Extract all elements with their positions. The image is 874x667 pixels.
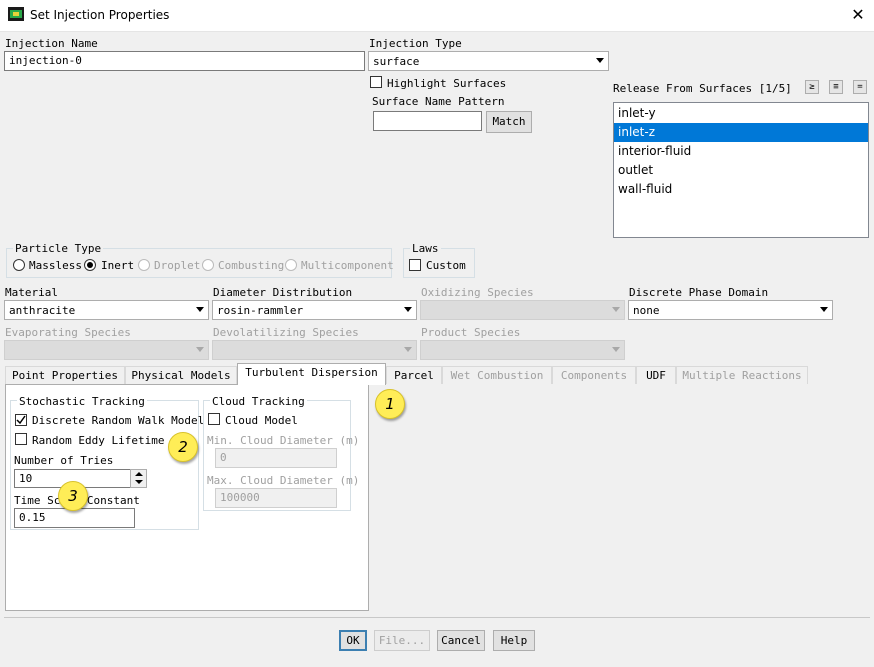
number-of-tries-label: Number of Tries: [14, 454, 114, 467]
diameter-distribution-label: Diameter Distribution: [213, 286, 353, 299]
spin-down-icon[interactable]: [135, 480, 143, 484]
inert-radio[interactable]: [84, 259, 96, 271]
chevron-down-icon: [404, 307, 412, 312]
list-item[interactable]: outlet: [614, 161, 868, 180]
product-species-select[interactable]: [420, 340, 625, 360]
stochastic-tracking-label: Stochastic Tracking: [17, 395, 147, 408]
material-value: anthracite: [9, 304, 76, 317]
surface-name-pattern-input[interactable]: [373, 111, 482, 131]
oxidizing-species-label: Oxidizing Species: [421, 286, 534, 299]
random-eddy-lifetime-checkbox[interactable]: [15, 433, 27, 445]
callout-1: 1: [375, 389, 405, 419]
radio-selected-dot: [87, 262, 93, 268]
fluent-app-icon: [8, 7, 24, 21]
file-button[interactable]: File...: [374, 630, 430, 651]
callout-2: 2: [168, 432, 198, 462]
custom-laws-label: Custom: [426, 259, 466, 272]
help-button[interactable]: Help: [493, 630, 535, 651]
injection-type-value: surface: [373, 55, 420, 68]
spin-up-icon[interactable]: [135, 472, 143, 476]
massless-label: Massless: [29, 259, 82, 272]
combusting-label: Combusting: [218, 259, 285, 272]
diameter-distribution-select[interactable]: rosin-rammler: [212, 300, 417, 320]
cloud-tracking-label: Cloud Tracking: [210, 395, 307, 408]
max-cloud-diameter-label: Max. Cloud Diameter (m): [207, 474, 360, 487]
material-select[interactable]: anthracite: [4, 300, 209, 320]
devolatilizing-species-label: Devolatilizing Species: [213, 326, 359, 339]
max-cloud-diameter-input[interactable]: 100000: [215, 488, 337, 508]
massless-radio[interactable]: [13, 259, 25, 271]
select-all-icon[interactable]: ≥: [805, 80, 819, 94]
min-cloud-diameter-label: Min. Cloud Diameter (m): [207, 434, 360, 447]
droplet-label: Droplet: [154, 259, 201, 272]
tab-turbulent-dispersion[interactable]: Turbulent Dispersion: [237, 363, 386, 385]
product-species-label: Product Species: [421, 326, 521, 339]
tab-components[interactable]: Components: [552, 366, 636, 384]
cloud-model-checkbox[interactable]: [208, 413, 220, 425]
injection-name-label: Injection Name: [5, 37, 98, 50]
multicomponent-label: Multicomponent: [301, 259, 394, 272]
devolatilizing-species-select[interactable]: [212, 340, 417, 360]
number-of-tries-spinner[interactable]: [130, 469, 147, 488]
chevron-down-icon: [596, 58, 604, 63]
discrete-phase-domain-select[interactable]: none: [628, 300, 833, 320]
highlight-surfaces-label: Highlight Surfaces: [387, 77, 507, 90]
cancel-button[interactable]: Cancel: [437, 630, 485, 651]
ok-button[interactable]: OK: [339, 630, 367, 651]
deselect-all-icon[interactable]: ≡: [829, 80, 843, 94]
discrete-phase-domain-label: Discrete Phase Domain: [629, 286, 769, 299]
time-scale-constant-input[interactable]: 0.15: [14, 508, 135, 528]
release-from-surfaces-label: Release From Surfaces [1/5]: [613, 82, 792, 95]
release-surfaces-list[interactable]: inlet-y inlet-z interior-fluid outlet wa…: [613, 102, 869, 238]
droplet-radio[interactable]: [138, 259, 150, 271]
match-button[interactable]: Match: [486, 111, 532, 133]
chevron-down-icon: [820, 307, 828, 312]
callout-3: 3: [58, 481, 88, 511]
checkmark-icon: [16, 415, 26, 425]
footer-separator: [4, 617, 870, 618]
chevron-down-icon: [612, 307, 620, 312]
surface-name-pattern-label: Surface Name Pattern: [372, 95, 505, 108]
diameter-distribution-value: rosin-rammler: [217, 304, 304, 317]
material-label: Material: [5, 286, 58, 299]
discrete-phase-domain-value: none: [633, 304, 660, 317]
tab-parcel[interactable]: Parcel: [386, 366, 442, 384]
particle-type-label: Particle Type: [13, 242, 104, 255]
evaporating-species-select[interactable]: [4, 340, 209, 360]
filter-icon[interactable]: =: [853, 80, 867, 94]
inert-label: Inert: [101, 259, 135, 272]
tab-udf[interactable]: UDF: [636, 366, 676, 384]
injection-type-select[interactable]: surface: [368, 51, 609, 71]
min-cloud-diameter-input[interactable]: 0: [215, 448, 337, 468]
discrete-random-walk-checkbox[interactable]: [15, 414, 27, 426]
chevron-down-icon: [196, 307, 204, 312]
list-item[interactable]: wall-fluid: [614, 180, 868, 199]
list-item-selected[interactable]: inlet-z: [614, 123, 868, 142]
multicomponent-radio[interactable]: [285, 259, 297, 271]
chevron-down-icon: [196, 347, 204, 352]
list-item[interactable]: interior-fluid: [614, 142, 868, 161]
evaporating-species-label: Evaporating Species: [5, 326, 131, 339]
highlight-surfaces-checkbox[interactable]: [370, 76, 382, 88]
window-title: Set Injection Properties: [30, 8, 170, 22]
tab-multiple-reactions[interactable]: Multiple Reactions: [676, 366, 808, 384]
custom-laws-checkbox[interactable]: [409, 259, 421, 271]
cloud-model-label: Cloud Model: [225, 414, 298, 427]
laws-label: Laws: [410, 242, 441, 255]
discrete-random-walk-label: Discrete Random Walk Model: [32, 414, 205, 427]
list-item[interactable]: inlet-y: [614, 104, 868, 123]
close-icon[interactable]: ✕: [848, 5, 868, 25]
oxidizing-species-select[interactable]: [420, 300, 625, 320]
combusting-radio[interactable]: [202, 259, 214, 271]
chevron-down-icon: [612, 347, 620, 352]
tab-wet-combustion[interactable]: Wet Combustion: [442, 366, 552, 384]
injection-name-input[interactable]: injection-0: [4, 51, 365, 71]
injection-type-label: Injection Type: [369, 37, 462, 50]
tab-point-properties[interactable]: Point Properties: [5, 366, 125, 384]
tab-physical-models[interactable]: Physical Models: [125, 366, 237, 384]
chevron-down-icon: [404, 347, 412, 352]
random-eddy-lifetime-label: Random Eddy Lifetime: [32, 434, 165, 447]
